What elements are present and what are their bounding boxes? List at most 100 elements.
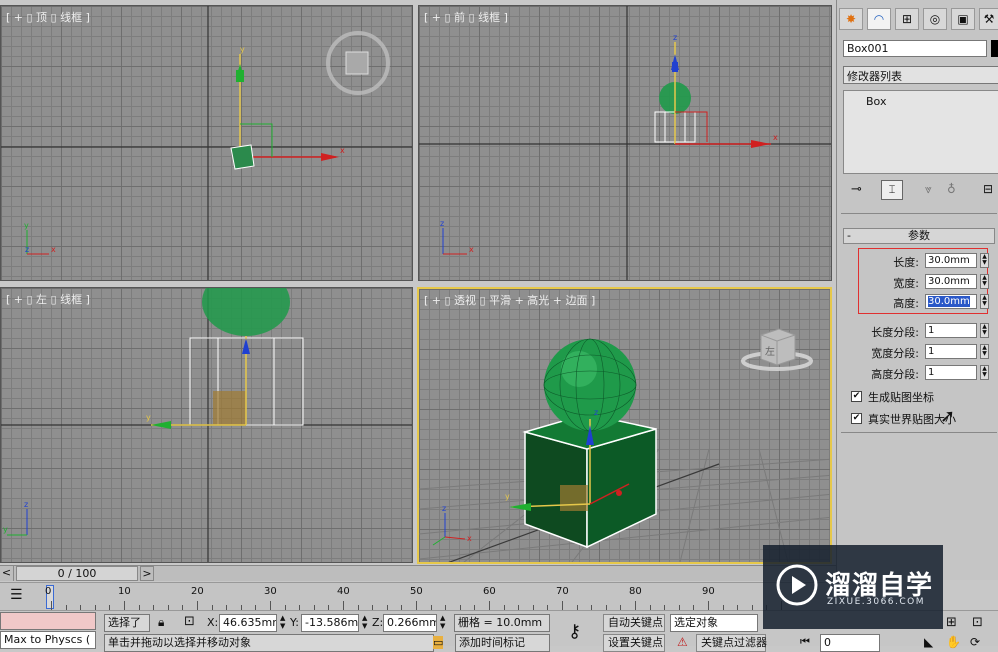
key-filter-warning-icon[interactable]: ⚠ bbox=[677, 635, 688, 649]
display-tab-icon[interactable]: ▣ bbox=[951, 8, 975, 30]
maxscript-listener[interactable]: Max to Physcs ( bbox=[0, 631, 96, 649]
pin-stack-icon[interactable]: ⊸ bbox=[851, 182, 862, 197]
width-spinner[interactable]: 30.0mm bbox=[925, 274, 977, 289]
absolute-mode-icon[interactable]: ⊡ bbox=[184, 614, 195, 629]
create-tab-icon[interactable]: ✸ bbox=[839, 8, 863, 30]
viewcube-left-face[interactable]: 左 bbox=[765, 345, 775, 358]
length-spinner-arrows[interactable]: ▲ ▼ bbox=[980, 253, 989, 268]
height-segs-spinner[interactable]: 1 bbox=[925, 365, 977, 380]
utilities-tab-icon[interactable]: ⚒ bbox=[979, 8, 998, 30]
frame-counter[interactable]: 0 / 100 bbox=[16, 566, 138, 581]
configure-sets-icon[interactable]: ⊟ bbox=[983, 182, 993, 196]
orbit-icon[interactable]: ⟳ bbox=[970, 635, 980, 649]
remove-modifier-icon[interactable]: ♁ bbox=[947, 182, 956, 196]
z-coord-field[interactable]: 0.266mm bbox=[383, 614, 437, 632]
current-frame-field[interactable]: 0 bbox=[820, 634, 880, 652]
svg-text:z: z bbox=[594, 408, 598, 417]
height-spinner-arrows[interactable]: ▲ ▼ bbox=[980, 294, 989, 309]
grid-size-readout: 栅格 = 10.0mm bbox=[454, 614, 550, 632]
viewport-left[interactable]: y z y [ + ▯ 左 ▯ 线框 ] bbox=[0, 287, 413, 563]
viewport-perspective[interactable]: z y 左 z x [ + ▯ 透视 ▯ 平滑 + 高光 + 边面 ] bbox=[417, 287, 832, 564]
length-label: 长度: bbox=[893, 256, 919, 269]
track-tick bbox=[51, 601, 52, 610]
viewport-left-label[interactable]: [ + ▯ 左 ▯ 线框 ] bbox=[6, 291, 90, 307]
key-filter-button[interactable]: 关键点过滤器 bbox=[696, 634, 767, 652]
show-end-result-icon[interactable]: ⌶ bbox=[881, 180, 903, 200]
length-spinner[interactable]: 30.0mm bbox=[925, 253, 977, 268]
lock-selection-icon[interactable]: 🔒︎ bbox=[158, 615, 164, 630]
parameters-rollout-header[interactable]: - 参数 bbox=[843, 228, 995, 244]
rollout-collapse-icon: - bbox=[847, 229, 851, 242]
track-tick bbox=[635, 601, 636, 610]
watermark-overlay: 溜溜自学 ZIXUE.3066.COM bbox=[763, 545, 943, 629]
viewport-front[interactable]: z x z x [ + ▯ 前 ▯ 线框 ] bbox=[418, 5, 832, 281]
selected-object-dropdown[interactable]: 选定对象 bbox=[670, 614, 758, 632]
length-segs-label: 长度分段: bbox=[871, 326, 919, 339]
width-label: 宽度: bbox=[893, 277, 919, 290]
width-segs-arrows[interactable]: ▲ ▼ bbox=[980, 344, 989, 359]
svg-text:y: y bbox=[3, 525, 8, 534]
x-coord-label: X: bbox=[207, 616, 219, 629]
track-tick bbox=[562, 601, 563, 610]
track-tick-label: 30 bbox=[264, 586, 277, 597]
track-tick-label: 50 bbox=[410, 586, 423, 597]
viewport-top[interactable]: y x y x z [ + ▯ 顶 ▯ 线框 ] bbox=[0, 5, 413, 281]
width-spinner-arrows[interactable]: ▲ ▼ bbox=[980, 274, 989, 289]
viewport-front-label[interactable]: [ + ▯ 前 ▯ 线框 ] bbox=[424, 9, 508, 25]
height-segs-value: 1 bbox=[928, 367, 935, 378]
modify-tab-icon[interactable]: ◠ bbox=[867, 8, 891, 30]
time-next-button[interactable]: > bbox=[140, 566, 154, 581]
set-key-button[interactable]: 设置关键点 bbox=[603, 634, 665, 652]
track-tick-label: 70 bbox=[556, 586, 569, 597]
x-coord-spinner[interactable]: ▲ ▼ bbox=[280, 614, 285, 630]
object-name-field[interactable]: Box001 bbox=[843, 40, 987, 57]
watermark-url: ZIXUE.3066.COM bbox=[827, 597, 926, 607]
auto-key-button[interactable]: 自动关键点 bbox=[603, 614, 665, 632]
modifier-stack[interactable]: Box bbox=[843, 90, 998, 174]
add-time-tag-icon[interactable]: ▭ bbox=[433, 636, 444, 649]
svg-text:y: y bbox=[505, 492, 510, 501]
command-panel: ✸ ◠ ⊞ ◎ ▣ ⚒ Box001 修改器列表 Box ⊸ ⌶ ⩔ ♁ ⊟ -… bbox=[836, 0, 998, 580]
width-segs-label: 宽度分段: bbox=[871, 347, 919, 360]
object-color-swatch[interactable] bbox=[991, 40, 998, 57]
length-value: 30.0mm bbox=[928, 255, 970, 266]
time-slider[interactable]: < 0 / 100 > bbox=[0, 565, 836, 581]
modifier-list-dropdown[interactable]: 修改器列表 bbox=[843, 66, 998, 84]
x-coord-field[interactable]: 46.635mm bbox=[219, 614, 277, 632]
svg-text:x: x bbox=[469, 245, 474, 254]
stack-item-box[interactable]: Box bbox=[844, 91, 998, 108]
z-coord-spinner[interactable]: ▲ ▼ bbox=[440, 614, 445, 630]
add-time-tag-field[interactable]: 添加时间标记 bbox=[455, 634, 550, 652]
mini-curve-editor-icon[interactable]: ☰ bbox=[10, 587, 23, 603]
viewport-perspective-label[interactable]: [ + ▯ 透视 ▯ 平滑 + 高光 + 边面 ] bbox=[424, 292, 595, 308]
zoom-extents-icon[interactable]: ⊞ bbox=[946, 615, 957, 630]
y-coord-spinner[interactable]: ▲ ▼ bbox=[362, 614, 367, 630]
motion-tab-icon[interactable]: ◎ bbox=[923, 8, 947, 30]
length-segs-arrows[interactable]: ▲ ▼ bbox=[980, 323, 989, 338]
time-prev-button[interactable]: < bbox=[0, 566, 14, 581]
goto-start-icon[interactable]: ⏮ bbox=[800, 635, 810, 649]
track-tick bbox=[270, 601, 271, 610]
width-segs-spinner[interactable]: 1 bbox=[925, 344, 977, 359]
hierarchy-tab-icon[interactable]: ⊞ bbox=[895, 8, 919, 30]
z-coord-label: Z: bbox=[372, 616, 384, 629]
height-segs-arrows[interactable]: ▲ ▼ bbox=[980, 365, 989, 380]
track-bar[interactable]: ☰ 0 10 20 30 40 50 60 70 80 90 bbox=[0, 582, 836, 610]
mouse-cursor-icon: ➚ bbox=[940, 406, 956, 427]
width-segs-value: 1 bbox=[928, 346, 935, 357]
fov-icon[interactable]: ◣ bbox=[924, 635, 933, 649]
length-segs-value: 1 bbox=[928, 325, 935, 336]
pan-hand-icon[interactable]: ✋ bbox=[946, 635, 961, 649]
viewport-left-scene: y z y bbox=[1, 288, 412, 562]
y-coord-field[interactable]: -13.586mm bbox=[301, 614, 359, 632]
svg-text:y: y bbox=[146, 413, 151, 422]
make-unique-icon[interactable]: ⩔ bbox=[925, 182, 932, 197]
gen-mapping-coords-checkbox[interactable]: ✔ bbox=[851, 391, 862, 402]
viewport-top-label[interactable]: [ + ▯ 顶 ▯ 线框 ] bbox=[6, 9, 90, 25]
listener-pink-field[interactable] bbox=[0, 612, 96, 630]
length-segs-spinner[interactable]: 1 bbox=[925, 323, 977, 338]
real-world-map-size-checkbox[interactable]: ✔ bbox=[851, 413, 862, 424]
zoom-region-icon[interactable]: ⊡ bbox=[972, 615, 983, 630]
set-key-icon[interactable]: ⚷ bbox=[568, 621, 581, 642]
height-spinner[interactable]: 30.0mm bbox=[925, 294, 977, 309]
